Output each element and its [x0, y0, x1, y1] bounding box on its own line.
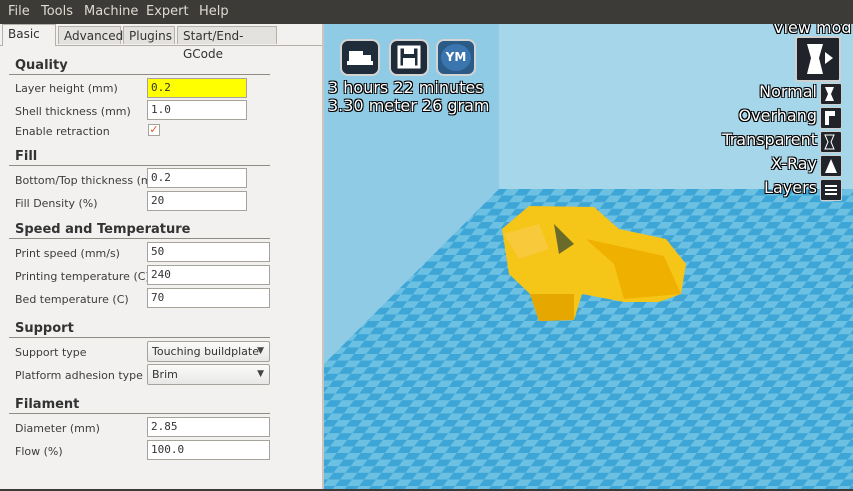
support-type-select[interactable]: Touching buildplate ▼	[147, 341, 270, 362]
platform-adhesion-value: Brim	[152, 368, 178, 381]
normal-view-button[interactable]	[820, 83, 842, 105]
section-filament-divider	[9, 413, 270, 414]
view-mode-transparent-label[interactable]: Transparent	[722, 130, 817, 149]
fill-density-input[interactable]: 20	[147, 191, 247, 211]
section-fill-title: Fill	[15, 149, 38, 164]
section-quality-title: Quality	[15, 58, 68, 73]
dropdown-arrow-icon: ▼	[257, 369, 264, 379]
xray-view-icon	[825, 159, 837, 173]
print-speed-input[interactable]: 50	[147, 242, 270, 262]
settings-panel: Basic Advanced Plugins Start/End-GCode Q…	[0, 24, 324, 489]
normal-view-icon	[825, 87, 834, 101]
shell-thickness-input[interactable]: 1.0	[147, 100, 247, 120]
bottom-top-thickness-input[interactable]: 0.2	[147, 168, 247, 188]
platform-adhesion-select[interactable]: Brim ▼	[147, 364, 270, 385]
layers-view-icon	[825, 185, 837, 195]
menu-help[interactable]: Help	[199, 4, 229, 19]
section-fill-divider	[9, 165, 270, 166]
section-filament-title: Filament	[15, 397, 80, 412]
tab-plugins[interactable]: Plugins	[123, 26, 175, 44]
view-mode-normal-label[interactable]: Normal	[759, 82, 817, 101]
section-support-divider	[9, 337, 270, 338]
layers-view-button[interactable]	[820, 179, 842, 201]
fill-density-label: Fill Density (%)	[15, 197, 98, 210]
view-mode-xray-label[interactable]: X-Ray	[771, 154, 817, 173]
menu-expert[interactable]: Expert	[146, 4, 189, 19]
view-mode-overhang-label[interactable]: Overhang	[739, 106, 817, 125]
support-type-value: Touching buildplate	[152, 345, 259, 358]
tab-advanced[interactable]: Advanced	[58, 26, 123, 44]
load-model-button[interactable]	[340, 39, 380, 76]
transparent-view-button[interactable]	[820, 131, 842, 153]
layer-height-label: Layer height (mm)	[15, 82, 118, 95]
layer-height-input[interactable]: 0.2	[147, 78, 247, 98]
printing-temperature-input[interactable]: 240	[147, 265, 270, 285]
bottom-top-thickness-label: Bottom/Top thickness (mm)	[15, 174, 167, 187]
platform-adhesion-label: Platform adhesion type	[15, 369, 143, 382]
section-support-title: Support	[15, 321, 74, 336]
diameter-label: Diameter (mm)	[15, 422, 100, 435]
view-mode-button[interactable]	[795, 36, 841, 82]
xray-view-button[interactable]	[820, 155, 842, 177]
load-model-icon	[347, 51, 373, 65]
section-speed-title: Speed and Temperature	[15, 222, 191, 237]
bed-temperature-input[interactable]: 70	[147, 288, 270, 308]
printing-temperature-label: Printing temperature (C)	[15, 270, 150, 283]
checkbox-checked-icon: ✓	[149, 123, 159, 136]
save-toolpath-button[interactable]	[389, 39, 429, 76]
overhang-view-icon	[825, 111, 835, 125]
transparent-view-icon	[824, 134, 835, 150]
flow-label: Flow (%)	[15, 445, 63, 458]
youmagine-button[interactable]: YM	[436, 39, 476, 76]
enable-retraction-checkbox[interactable]: ✓	[148, 124, 160, 136]
print-speed-label: Print speed (mm/s)	[15, 247, 120, 260]
print-time-estimate: 3 hours 22 minutes	[328, 78, 484, 97]
shell-thickness-label: Shell thickness (mm)	[15, 105, 131, 118]
support-type-label: Support type	[15, 346, 87, 359]
dropdown-arrow-icon: ▼	[257, 346, 264, 356]
youmagine-icon: YM	[441, 44, 471, 71]
view-mode-icon	[807, 44, 833, 74]
flow-input[interactable]: 100.0	[147, 440, 270, 460]
section-quality-divider	[9, 74, 270, 75]
tab-basic[interactable]: Basic	[2, 24, 56, 46]
3d-viewport[interactable]: YM 3 hours 22 minutes 3.30 meter 26 gram…	[324, 24, 853, 490]
bed-temperature-label: Bed temperature (C)	[15, 293, 129, 306]
save-toolpath-icon	[397, 45, 421, 69]
menu-tools[interactable]: Tools	[41, 4, 73, 19]
overhang-view-button[interactable]	[820, 107, 842, 129]
menu-bar: File Tools Machine Expert Help	[0, 0, 853, 24]
diameter-input[interactable]: 2.85	[147, 417, 270, 437]
tab-start-end-gcode[interactable]: Start/End-GCode	[177, 26, 277, 61]
section-speed-divider	[9, 238, 270, 239]
enable-retraction-label: Enable retraction	[15, 125, 110, 138]
view-mode-layers-label[interactable]: Layers	[764, 178, 817, 197]
material-estimate: 3.30 meter 26 gram	[328, 96, 490, 115]
settings-tabs: Basic Advanced Plugins Start/End-GCode	[0, 24, 322, 61]
menu-machine[interactable]: Machine	[84, 4, 138, 19]
menu-file[interactable]: File	[8, 4, 30, 19]
